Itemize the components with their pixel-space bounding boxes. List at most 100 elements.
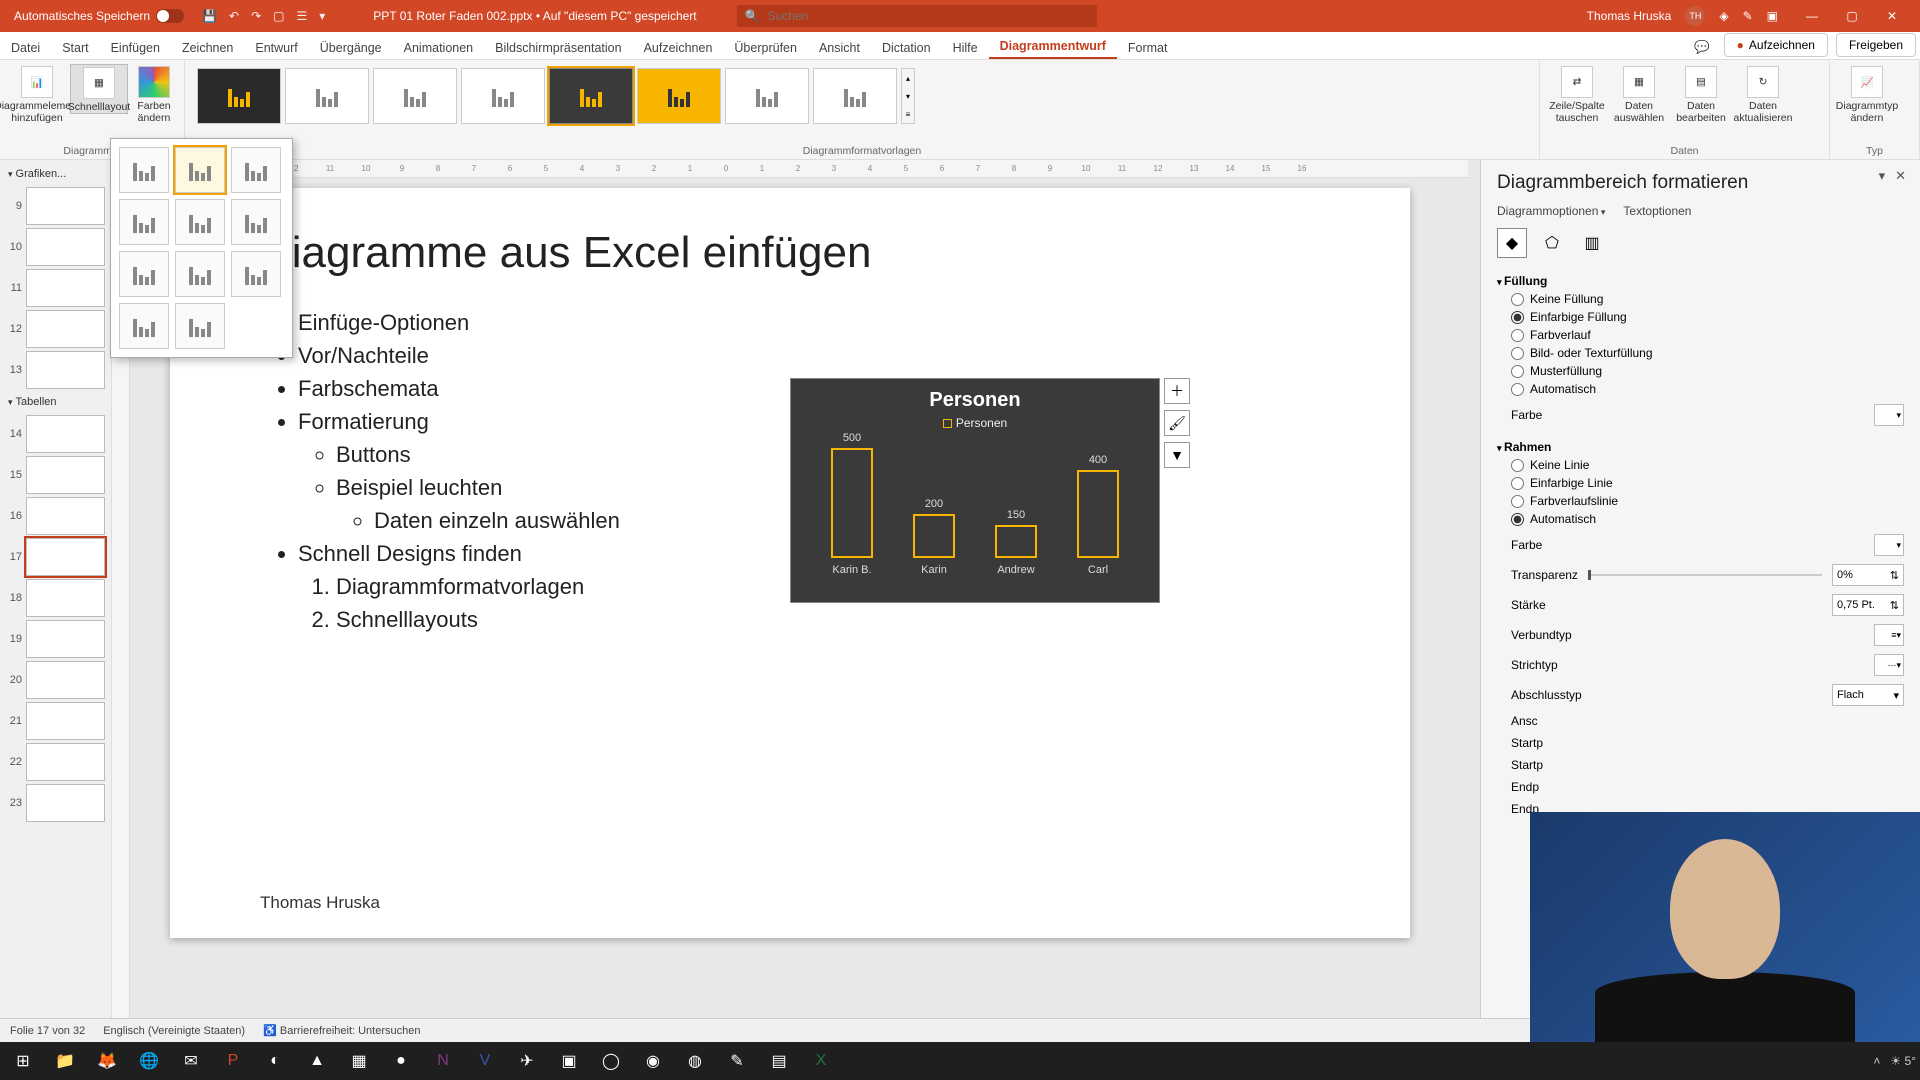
slide-thumb-20[interactable]: 20	[6, 661, 105, 699]
line-auto[interactable]: Automatisch	[1511, 512, 1904, 526]
excel-icon[interactable]: X	[802, 1044, 840, 1078]
slide-thumb-12[interactable]: 12	[6, 310, 105, 348]
embedded-chart[interactable]: Personen Personen 500Karin B.200Karin150…	[790, 378, 1160, 603]
group-tabellen[interactable]: Tabellen	[6, 392, 105, 412]
size-props-tab-icon[interactable]: ▥	[1577, 228, 1607, 258]
accessibility-status[interactable]: ♿ Barrierefreiheit: Untersuchen	[263, 1024, 420, 1037]
app-icon-1[interactable]: ◐	[256, 1044, 294, 1078]
compound-picker[interactable]: ≡▾	[1874, 624, 1904, 646]
chart-plot-area[interactable]: 500Karin B.200Karin150Andrew400Carl	[801, 436, 1149, 576]
slide-thumb-16[interactable]: 16	[6, 497, 105, 535]
maximize-button[interactable]: ▢	[1832, 9, 1872, 23]
chart-style-2[interactable]	[285, 68, 369, 124]
chart-style-6[interactable]	[637, 68, 721, 124]
tab-hilfe[interactable]: Hilfe	[942, 35, 989, 59]
gallery-scroll[interactable]: ▴▾≡	[901, 68, 915, 124]
chart-bar-1[interactable]: 200Karin	[904, 498, 964, 576]
start-button[interactable]: ⊞	[4, 1044, 42, 1078]
fill-solid[interactable]: Einfarbige Füllung	[1511, 310, 1904, 324]
app-icon-9[interactable]: ▤	[760, 1044, 798, 1078]
layout-8[interactable]	[175, 251, 225, 297]
change-chart-type-button[interactable]: 📈Diagrammtyp ändern	[1838, 64, 1896, 124]
slide-counter[interactable]: Folie 17 von 32	[10, 1025, 85, 1037]
fill-color-picker[interactable]: ▾	[1874, 404, 1904, 426]
slide-thumb-14[interactable]: 14	[6, 415, 105, 453]
visio-icon[interactable]: V	[466, 1044, 504, 1078]
chart-style-4[interactable]	[461, 68, 545, 124]
tab-zeichnen[interactable]: Zeichnen	[171, 35, 244, 59]
layout-2-hover[interactable]	[175, 147, 225, 193]
chart-style-7[interactable]	[725, 68, 809, 124]
tab-ueberpruefen[interactable]: Überprüfen	[723, 35, 808, 59]
pane-tab-text-options[interactable]: Textoptionen	[1623, 204, 1691, 218]
tab-entwurf[interactable]: Entwurf	[244, 35, 308, 59]
telegram-icon[interactable]: ✈	[508, 1044, 546, 1078]
layout-11[interactable]	[175, 303, 225, 349]
fill-picture[interactable]: Bild- oder Texturfüllung	[1511, 346, 1904, 360]
more-icon[interactable]: ▾	[319, 9, 325, 23]
app-icon-7[interactable]: ◍	[676, 1044, 714, 1078]
search-box[interactable]: 🔍	[737, 5, 1097, 27]
coming-soon-icon[interactable]: ✎	[1743, 9, 1753, 23]
slide-panel[interactable]: Grafiken... 910111213 Tabellen 141516171…	[0, 160, 112, 1052]
tab-format[interactable]: Format	[1117, 35, 1179, 59]
layout-9[interactable]	[231, 251, 281, 297]
chart-styles-button[interactable]: 🖌	[1164, 410, 1190, 436]
from-beginning-icon[interactable]: ▢	[273, 9, 284, 23]
transparency-slider[interactable]	[1588, 574, 1822, 576]
section-border[interactable]: Rahmen	[1497, 440, 1904, 454]
app-icon-5[interactable]: ◯	[592, 1044, 630, 1078]
layout-5[interactable]	[175, 199, 225, 245]
chart-style-3[interactable]	[373, 68, 457, 124]
quick-layout-button[interactable]: ▦ Schnelllayout	[70, 64, 128, 114]
bullet-2[interactable]: Vor/Nachteile	[298, 339, 1320, 372]
filename[interactable]: PPT 01 Roter Faden 002.pptx • Auf "diese…	[373, 9, 696, 23]
select-data-button[interactable]: ▦Daten auswählen	[1610, 64, 1668, 124]
line-none[interactable]: Keine Linie	[1511, 458, 1904, 472]
chart-title[interactable]: Personen	[801, 389, 1149, 412]
toggle-switch[interactable]	[156, 9, 184, 23]
slide-thumb-13[interactable]: 13	[6, 351, 105, 389]
dash-picker[interactable]: ⋯▾	[1874, 654, 1904, 676]
slide-thumb-19[interactable]: 19	[6, 620, 105, 658]
slide-thumb-23[interactable]: 23	[6, 784, 105, 822]
group-grafiken[interactable]: Grafiken...	[6, 164, 105, 184]
effects-tab-icon[interactable]: ⬠	[1537, 228, 1567, 258]
layout-7[interactable]	[119, 251, 169, 297]
chart-bar-0[interactable]: 500Karin B.	[822, 432, 882, 576]
layout-4[interactable]	[119, 199, 169, 245]
touch-mode-icon[interactable]: ☰	[297, 9, 308, 23]
slide-thumb-18[interactable]: 18	[6, 579, 105, 617]
slide-thumb-17[interactable]: 17	[6, 538, 105, 576]
line-solid[interactable]: Einfarbige Linie	[1511, 476, 1904, 490]
share-button[interactable]: Freigeben	[1836, 33, 1916, 57]
chart-styles-gallery[interactable]: ▴▾≡	[193, 64, 1531, 128]
width-value[interactable]: 0,75 Pt.⇅	[1832, 594, 1904, 616]
slide-thumb-11[interactable]: 11	[6, 269, 105, 307]
layout-3[interactable]	[231, 147, 281, 193]
chart-filters-button[interactable]: ▼	[1164, 442, 1190, 468]
close-button[interactable]: ✕	[1872, 9, 1912, 23]
powerpoint-icon[interactable]: P	[214, 1044, 252, 1078]
layout-6[interactable]	[231, 199, 281, 245]
slide-title[interactable]: Diagramme aus Excel einfügen	[260, 228, 1320, 278]
language-status[interactable]: Englisch (Vereinigte Staaten)	[103, 1025, 245, 1037]
app-icon-8[interactable]: ✎	[718, 1044, 756, 1078]
weather-widget[interactable]: ☀ 5°	[1890, 1054, 1916, 1068]
diamond-icon[interactable]: ◈	[1719, 9, 1728, 23]
slide-thumb-21[interactable]: 21	[6, 702, 105, 740]
edit-data-button[interactable]: ▤Daten bearbeiten	[1672, 64, 1730, 124]
save-icon[interactable]: 💾	[202, 9, 217, 23]
app-icon-6[interactable]: ◉	[634, 1044, 672, 1078]
slide-editor[interactable]: 1615141312111098765432101234567891011121…	[112, 160, 1480, 1052]
change-colors-button[interactable]: Farben ändern	[132, 64, 176, 124]
fill-line-tab-icon[interactable]: ◆	[1497, 228, 1527, 258]
window-layout-icon[interactable]: ▣	[1767, 9, 1778, 23]
pane-close-icon[interactable]: ✕	[1895, 168, 1906, 184]
cap-value[interactable]: Flach▾	[1832, 684, 1904, 706]
line-gradient[interactable]: Farbverlaufslinie	[1511, 494, 1904, 508]
app-icon-3[interactable]: ●	[382, 1044, 420, 1078]
transparency-value[interactable]: 0%⇅	[1832, 564, 1904, 586]
fill-none[interactable]: Keine Füllung	[1511, 292, 1904, 306]
windows-taskbar[interactable]: ⊞ 📁 🦊 🌐 ✉ P ◐ ▲ ▦ ● N V ✈ ▣ ◯ ◉ ◍ ✎ ▤ X …	[0, 1042, 1920, 1080]
